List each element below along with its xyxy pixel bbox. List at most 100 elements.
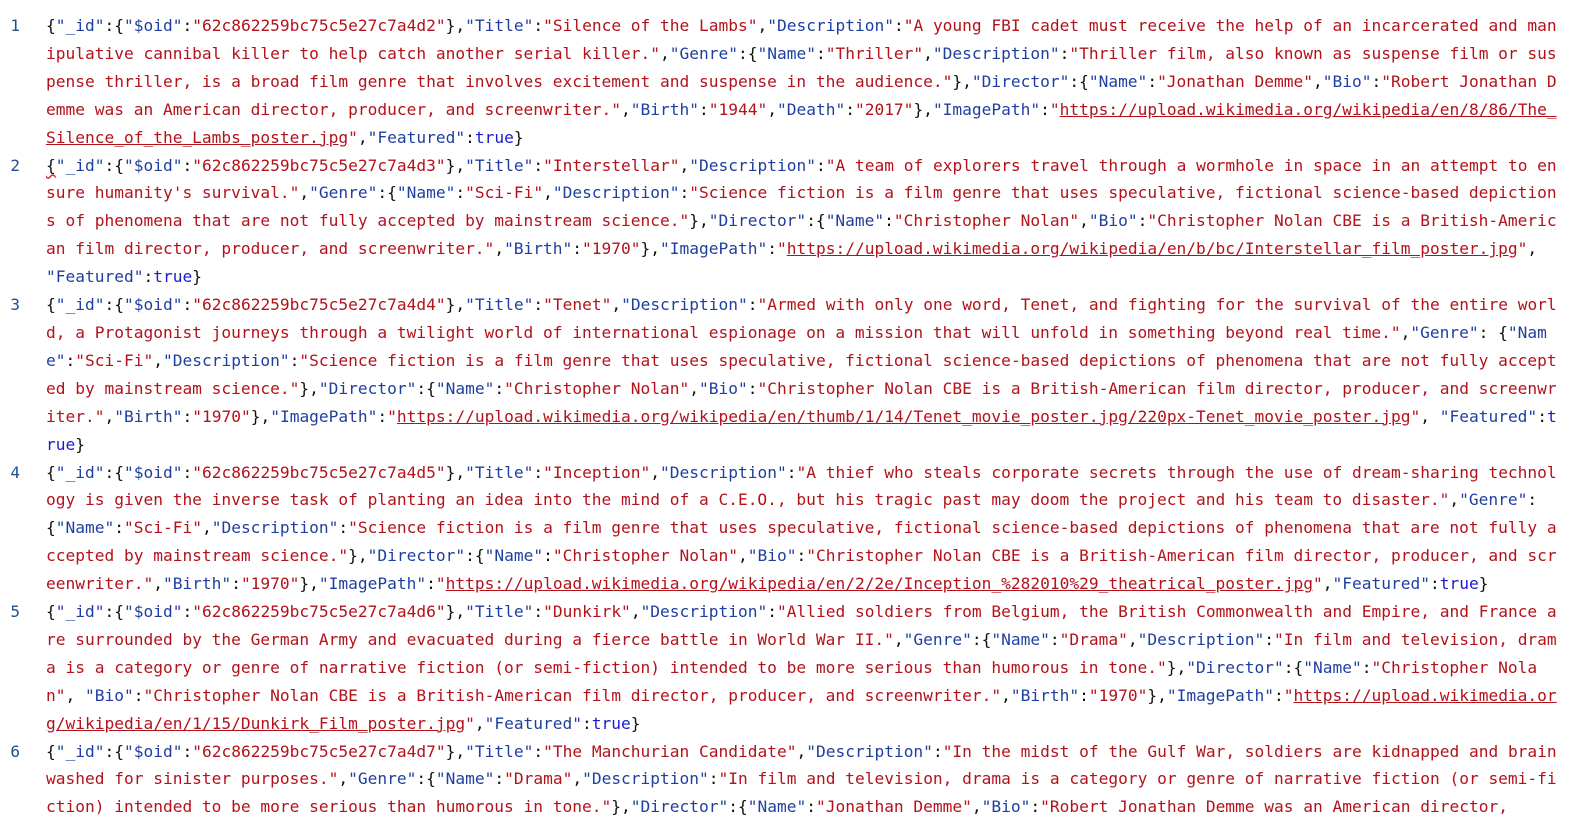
punctuation-token: :	[455, 183, 466, 203]
punctuation-token: :	[1147, 71, 1158, 91]
code-text[interactable]: {"_id":{"$oid":"62c862259bc75c5e27c7a4d3…	[46, 156, 1557, 287]
punctuation-token: :	[231, 574, 241, 594]
json-key-token: "ImagePath"	[318, 574, 427, 594]
punctuation-token: :	[533, 295, 544, 315]
punctuation-token: :{	[416, 769, 436, 789]
boolean-token: true	[591, 713, 631, 733]
json-string-token: "62c862259bc75c5e27c7a4d7"	[192, 741, 446, 761]
json-key-token: "Description"	[806, 741, 933, 761]
json-string-token: "1970"	[1088, 685, 1148, 705]
punctuation-token: ,	[679, 155, 690, 175]
json-string-token: "1970"	[192, 406, 251, 426]
punctuation-token: :	[182, 155, 193, 175]
punctuation-token: :	[747, 295, 758, 315]
punctuation-token: ,	[689, 378, 700, 398]
punctuation-token: ,	[796, 741, 807, 761]
json-key-token: "Title"	[465, 741, 534, 761]
code-text[interactable]: {"_id":{"$oid":"62c862259bc75c5e27c7a4d7…	[46, 742, 1557, 817]
punctuation-token: },	[611, 797, 631, 817]
punctuation-token: ,	[65, 685, 85, 705]
json-string-token: "1944"	[708, 99, 768, 119]
punctuation-token: :	[182, 16, 193, 35]
punctuation-token: ,	[757, 16, 768, 35]
punctuation-token: :{	[104, 602, 124, 622]
json-string-token: "62c862259bc75c5e27c7a4d4"	[192, 295, 446, 315]
json-string-token: "1970"	[582, 239, 641, 259]
punctuation-token: :	[543, 546, 553, 566]
punctuation-token: :	[533, 741, 544, 761]
punctuation-token: :{	[737, 43, 758, 63]
punctuation-token: :	[494, 769, 505, 789]
json-key-token: "Featured"	[1332, 574, 1430, 594]
line-number: 4	[10, 462, 20, 482]
punctuation-token: :	[182, 602, 193, 622]
punctuation-token: :	[533, 462, 544, 482]
punctuation-token: :{	[104, 741, 124, 761]
punctuation-token: :	[1079, 685, 1089, 705]
punctuation-token: },	[1147, 685, 1167, 705]
punctuation-token: :{	[728, 797, 748, 817]
punctuation-token: },	[445, 295, 466, 315]
json-string-token: "Sci-Fi"	[465, 183, 544, 203]
url-link[interactable]: https://upload.wikimedia.org/wikipedia/e…	[397, 407, 1411, 426]
json-key-token: "Description"	[660, 462, 787, 482]
code-editor[interactable]: 1 {"_id":{"$oid":"62c862259bc75c5e27c7a4d…	[0, 12, 1574, 821]
code-line[interactable]: 1 {"_id":{"$oid":"62c862259bc75c5e27c7a4d…	[0, 12, 1574, 152]
code-text[interactable]: {"_id":{"$oid":"62c862259bc75c5e27c7a4d2…	[46, 16, 1557, 147]
code-text[interactable]: {"_id":{"$oid":"62c862259bc75c5e27c7a4d5…	[46, 463, 1557, 594]
punctuation-token: },	[445, 741, 466, 761]
code-line[interactable]: 3 {"_id":{"$oid":"62c862259bc75c5e27c7a4d…	[0, 291, 1574, 458]
line-number: 1	[10, 16, 20, 35]
json-key-token: "Description"	[552, 183, 680, 203]
punctuation-token: :	[796, 546, 807, 566]
punctuation-token: },	[445, 462, 466, 482]
code-line[interactable]: 2 {"_id":{"$oid":"62c862259bc75c5e27c7a4d…	[0, 152, 1574, 292]
json-key-token: "Description"	[211, 518, 339, 538]
code-line[interactable]: 5 {"_id":{"$oid":"62c862259bc75c5e27c7a4d…	[0, 598, 1574, 738]
code-text[interactable]: {"_id":{"$oid":"62c862259bc75c5e27c7a4d6…	[46, 602, 1557, 733]
punctuation-token: :	[698, 99, 709, 119]
json-key-token: "ImagePath"	[932, 99, 1041, 119]
punctuation-token: :	[747, 378, 758, 398]
punctuation-token: :{	[465, 546, 485, 566]
punctuation-token: ,	[630, 602, 641, 622]
code-text[interactable]: {"_id":{"$oid":"62c862259bc75c5e27c7a4d4…	[46, 295, 1557, 454]
json-key-token: "Featured"	[367, 127, 466, 147]
url-link[interactable]: https://upload.wikimedia.org/wikipedia/e…	[787, 239, 1518, 258]
json-string-token: "Christopher Nolan"	[893, 211, 1080, 231]
punctuation-token: {	[46, 16, 56, 35]
punctuation-token: :	[884, 211, 894, 231]
json-key-token: "Title"	[465, 462, 534, 482]
punctuation-token: :	[182, 462, 193, 482]
json-string-token: "Tenet"	[543, 295, 612, 315]
punctuation-token: :	[767, 602, 778, 622]
code-line[interactable]: 6 {"_id":{"$oid":"62c862259bc75c5e27c7a4d…	[0, 738, 1574, 822]
json-key-token: "Genre"	[1410, 322, 1479, 342]
json-key-token: "Title"	[465, 602, 534, 622]
punctuation-token: :	[845, 99, 855, 119]
json-key-token: "Description"	[621, 295, 748, 315]
json-key-token: "Name"	[991, 629, 1050, 649]
json-key-token: "Title"	[465, 295, 534, 315]
punctuation-token: :	[708, 769, 719, 789]
punctuation-token: ,	[1079, 211, 1089, 231]
punctuation-token: :	[806, 797, 816, 817]
punctuation-token: {	[46, 741, 56, 761]
json-key-token: "$oid"	[123, 741, 183, 761]
punctuation-token: ,	[153, 350, 163, 370]
punctuation-token: },	[640, 239, 661, 259]
code-line[interactable]: 4 {"_id":{"$oid":"62c862259bc75c5e27c7a4d…	[0, 459, 1574, 599]
punctuation-token: },	[445, 602, 466, 622]
punctuation-token: :	[533, 16, 544, 35]
punctuation-token: :	[143, 267, 154, 287]
json-key-token: "Title"	[465, 155, 534, 175]
punctuation-token: ,	[1001, 685, 1011, 705]
punctuation-token: ,	[893, 629, 904, 649]
punctuation-token: : {	[1478, 322, 1508, 342]
punctuation-token: },	[1166, 657, 1187, 677]
json-key-token: "$oid"	[123, 16, 183, 35]
punctuation-token: ,	[474, 713, 485, 733]
json-string-token: "1970"	[240, 574, 300, 594]
url-link[interactable]: https://upload.wikimedia.org/wikipedia/e…	[446, 574, 1313, 593]
punctuation-token: }	[192, 267, 202, 287]
